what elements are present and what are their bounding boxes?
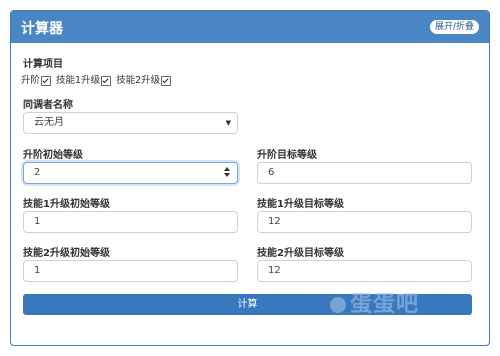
skill2-start-value: 1 [34, 265, 41, 276]
checkbox-skill1-box[interactable] [101, 75, 112, 86]
panel-header: 计算器 展开/折叠 [11, 11, 489, 43]
checkbox-skill1[interactable]: 技能1升级 [56, 72, 112, 86]
ascension-start-value: 2 [34, 167, 41, 178]
skill1-start-label: 技能1升级初始等级 [23, 199, 110, 210]
skill2-target-label: 技能2升级目标等级 [257, 248, 344, 259]
expand-collapse-button[interactable]: 展开/折叠 [429, 20, 479, 34]
ascension-start-label: 升阶初始等级 [23, 150, 83, 161]
skill1-start-value: 1 [34, 216, 41, 227]
checkbox-ascension-label: 升阶 [21, 75, 41, 86]
checkbox-skill2-label: 技能2升级 [116, 75, 161, 86]
skill1-start-input[interactable]: 1 [23, 211, 238, 233]
ascension-target-label: 升阶目标等级 [257, 150, 317, 161]
skill1-target-input[interactable]: 12 [257, 211, 472, 233]
watermark-text: 蛋蛋吧 [350, 292, 420, 317]
skill2-target-value: 12 [268, 265, 281, 276]
checkbox-skill1-label: 技能1升级 [56, 75, 101, 86]
chevron-down-icon: ▼ [225, 119, 231, 127]
watermark: 蛋蛋吧 [330, 286, 419, 318]
skill2-target-input[interactable]: 12 [257, 260, 472, 282]
calc-items-label: 计算项目 [23, 59, 63, 70]
character-select-value: 云无月 [34, 117, 64, 128]
watermark-logo-icon [330, 297, 346, 313]
skill1-target-label: 技能1升级目标等级 [257, 199, 344, 210]
ascension-start-input[interactable]: 2 [23, 162, 238, 184]
ascension-target-value: 6 [268, 167, 275, 178]
ascension-target-input[interactable]: 6 [257, 162, 472, 184]
checkbox-skill2-box[interactable] [161, 75, 172, 86]
calc-items-checkboxes: 升阶 技能1升级 技能2升级 [21, 72, 173, 86]
panel-title: 计算器 [21, 21, 63, 37]
character-select[interactable]: 云无月 ▼ [23, 112, 238, 134]
checkbox-skill2[interactable]: 技能2升级 [116, 72, 172, 86]
checkbox-ascension-box[interactable] [41, 75, 52, 86]
skill2-start-label: 技能2升级初始等级 [23, 248, 110, 259]
skill2-start-input[interactable]: 1 [23, 260, 238, 282]
skill1-target-value: 12 [268, 216, 281, 227]
checkbox-ascension[interactable]: 升阶 [21, 72, 52, 86]
character-label: 同调者名称 [23, 100, 73, 111]
number-spinner-icon[interactable] [224, 167, 230, 177]
